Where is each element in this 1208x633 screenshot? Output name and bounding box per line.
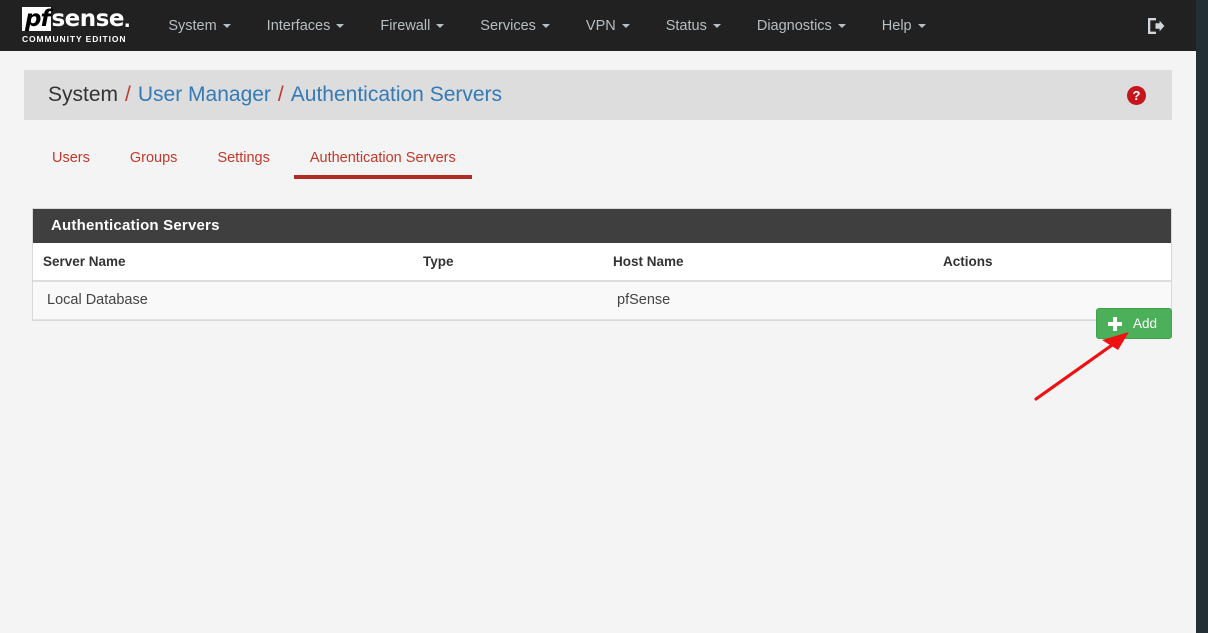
plus-icon: [1107, 316, 1122, 331]
tab-label: Users: [52, 150, 90, 166]
nav-label: System: [168, 17, 217, 34]
breadcrumb-separator: /: [125, 83, 131, 106]
logo-pf-text: pf: [22, 7, 52, 32]
chevron-down-icon: [837, 23, 846, 28]
logo-subtitle: COMMUNITY EDITION: [22, 34, 127, 45]
nav-label: Diagnostics: [756, 17, 832, 34]
top-navbar: pf sense . COMMUNITY EDITION System Inte…: [0, 0, 1196, 51]
tab-groups[interactable]: Groups: [110, 146, 198, 179]
breadcrumb-root: System: [48, 83, 119, 106]
red-arrow-icon: [1034, 332, 1129, 401]
logout-icon[interactable]: [1146, 16, 1166, 36]
help-button[interactable]: ?: [1127, 85, 1146, 105]
chevron-down-icon: [222, 23, 231, 28]
breadcrumb-link-authentication-servers[interactable]: Authentication Servers: [291, 83, 502, 107]
nav-item-services[interactable]: Services: [462, 0, 568, 51]
chevron-down-icon: [712, 23, 721, 28]
breadcrumb-separator: /: [277, 83, 284, 106]
nav-item-help[interactable]: Help: [864, 0, 944, 51]
chevron-down-icon: [336, 23, 345, 28]
chevron-down-icon: [436, 23, 445, 28]
table-header-row: Server Name Type Host Name Actions: [33, 243, 1171, 282]
table-header: Server Name Type Host Name Actions: [33, 243, 1171, 282]
logo-sense-text: sense: [51, 6, 124, 33]
pfsense-webgui-page: pf sense . COMMUNITY EDITION System Inte…: [0, 0, 1208, 633]
authentication-servers-panel: Authentication Servers Server Name Type …: [32, 208, 1172, 321]
breadcrumb-link-user-manager[interactable]: User Manager: [138, 83, 271, 107]
logo-wordmark: pf sense .: [22, 6, 131, 33]
nav-label: Interfaces: [266, 17, 331, 34]
nav-item-diagnostics[interactable]: Diagnostics: [739, 0, 864, 51]
chevron-down-icon: [917, 23, 926, 28]
help-circle-icon: ?: [1127, 85, 1146, 105]
breadcrumb-bar: System / User Manager / Authentication S…: [24, 70, 1172, 120]
nav-item-status[interactable]: Status: [648, 0, 739, 51]
navbar-right: [1146, 16, 1166, 36]
logo-dot: .: [123, 6, 131, 33]
column-header-actions: Actions: [943, 243, 1171, 282]
right-edge-strip: [1196, 0, 1208, 633]
tab-label: Groups: [129, 150, 178, 166]
panel-title: Authentication Servers: [33, 209, 1171, 243]
nav-label: Services: [480, 17, 536, 34]
nav-label: Status: [665, 17, 707, 34]
column-header-host-name: Host Name: [613, 243, 943, 282]
nav-label: Firewall: [380, 17, 431, 34]
column-header-type: Type: [423, 243, 613, 282]
add-button-label: Add: [1132, 316, 1157, 331]
chevron-down-icon: [541, 23, 550, 28]
tab-users[interactable]: Users: [32, 146, 110, 179]
nav-item-interfaces[interactable]: Interfaces: [249, 0, 363, 51]
navbar-menu: System Interfaces Firewall Services VPN …: [150, 0, 943, 51]
nav-item-vpn[interactable]: VPN: [568, 0, 648, 51]
panel-actions: Add: [32, 308, 1172, 339]
tab-settings[interactable]: Settings: [197, 146, 289, 179]
tab-label: Authentication Servers: [309, 150, 456, 166]
nav-item-system[interactable]: System: [150, 0, 248, 51]
chevron-down-icon: [621, 23, 630, 28]
pfsense-logo[interactable]: pf sense . COMMUNITY EDITION: [22, 7, 130, 44]
tab-bar: Users Groups Settings Authentication Ser…: [32, 146, 1172, 184]
add-button[interactable]: Add: [1095, 308, 1172, 339]
column-header-server-name: Server Name: [33, 243, 423, 282]
nav-item-firewall[interactable]: Firewall: [362, 0, 462, 51]
breadcrumb: System / User Manager / Authentication S…: [48, 83, 502, 107]
svg-text:?: ?: [1133, 88, 1141, 103]
nav-label: VPN: [585, 17, 616, 34]
nav-label: Help: [881, 17, 912, 34]
tab-label: Settings: [217, 150, 270, 166]
tab-authentication-servers[interactable]: Authentication Servers: [290, 146, 476, 179]
